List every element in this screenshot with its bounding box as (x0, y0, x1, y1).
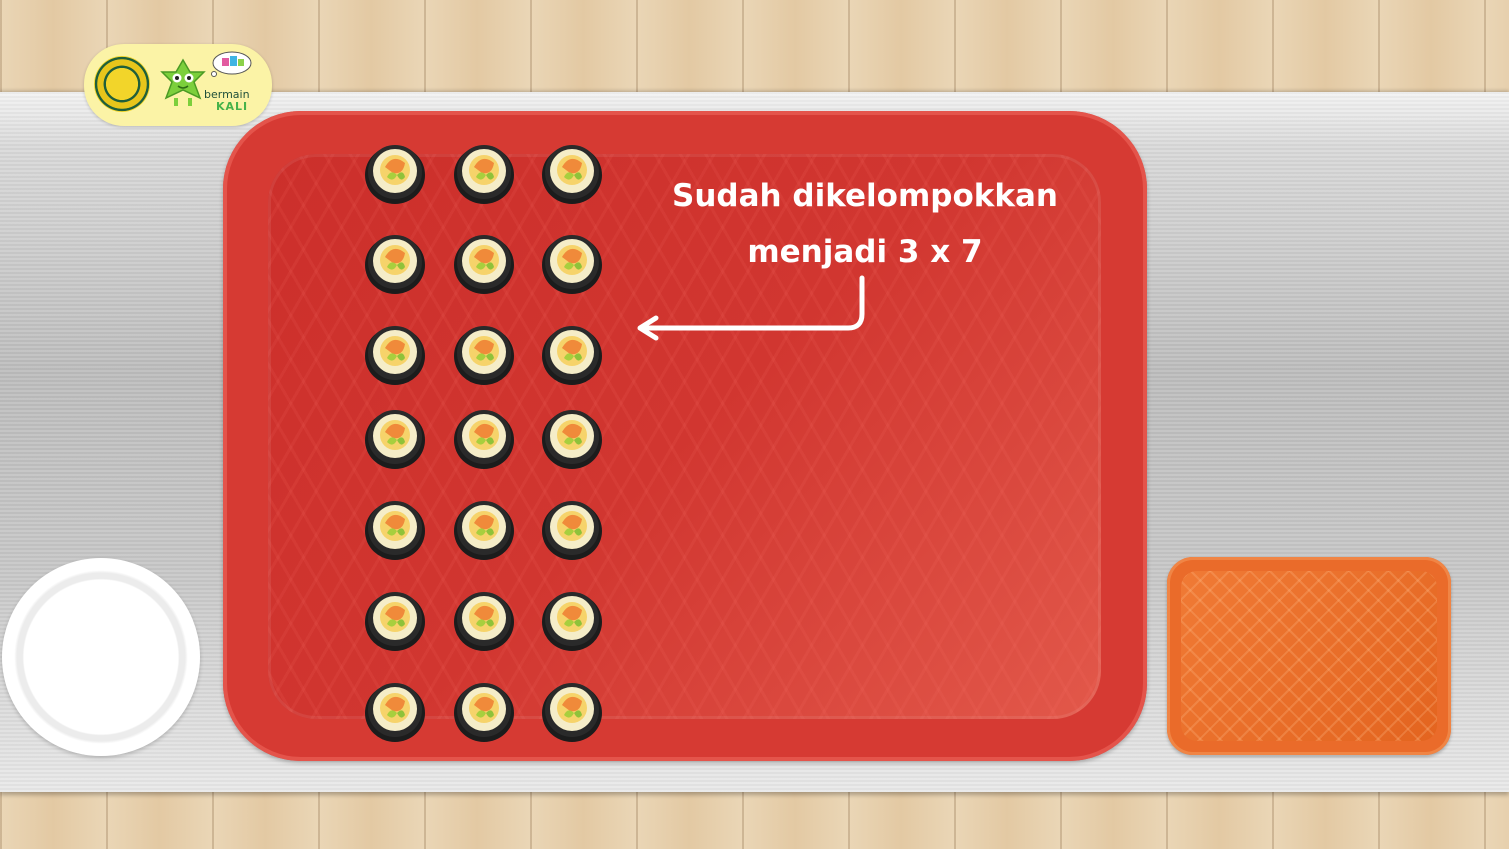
mascot-icon (160, 58, 206, 106)
sushi-roll[interactable] (363, 404, 427, 470)
sushi-roll[interactable] (363, 677, 427, 743)
sushi-roll[interactable] (452, 139, 516, 205)
sushi-roll[interactable] (452, 586, 516, 652)
thought-bubble-icon (211, 51, 252, 77)
sushi-roll[interactable] (363, 320, 427, 386)
caption-line-1: Sudah dikelompokkan (672, 178, 1058, 214)
sushi-roll[interactable] (363, 229, 427, 295)
sushi-roll[interactable] (452, 404, 516, 470)
sushi-roll[interactable] (540, 229, 604, 295)
instruction-caption: Sudah dikelompokkan menjadi 3 x 7 (640, 168, 1090, 280)
sushi-roll[interactable] (452, 495, 516, 561)
small-orange-tray[interactable] (1167, 557, 1451, 755)
sushi-roll[interactable] (363, 495, 427, 561)
brand-text-bottom: KALI (216, 100, 249, 113)
sushi-roll[interactable] (540, 677, 604, 743)
sushi-roll[interactable] (540, 320, 604, 386)
sushi-roll[interactable] (452, 677, 516, 743)
empty-plate[interactable] (2, 558, 200, 756)
ministry-emblem-icon (94, 56, 150, 112)
sushi-roll[interactable] (540, 139, 604, 205)
sushi-roll[interactable] (540, 404, 604, 470)
logo-badge: bermain KALI (84, 44, 272, 126)
sushi-roll[interactable] (452, 320, 516, 386)
pointer-arrow-icon (637, 275, 865, 341)
sushi-roll[interactable] (452, 229, 516, 295)
small-tray-surface (1181, 571, 1437, 741)
sushi-roll[interactable] (540, 586, 604, 652)
sushi-roll[interactable] (540, 495, 604, 561)
sushi-roll[interactable] (363, 139, 427, 205)
sushi-roll[interactable] (363, 586, 427, 652)
